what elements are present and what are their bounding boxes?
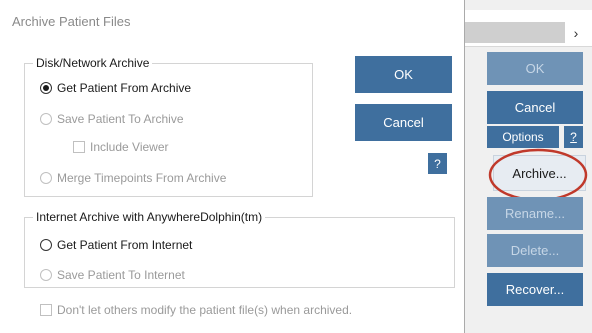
chevron-right-icon[interactable]: › xyxy=(565,22,587,43)
checkbox-icon xyxy=(40,304,52,316)
ok-button[interactable]: OK xyxy=(355,56,452,93)
recover-button[interactable]: Recover... xyxy=(487,273,583,306)
disk-group-legend: Disk/Network Archive xyxy=(33,56,153,70)
cancel-button[interactable]: Cancel xyxy=(355,104,452,141)
horizontal-scrollbar[interactable] xyxy=(465,22,565,43)
checkbox-icon xyxy=(73,141,85,153)
include-viewer-checkbox[interactable]: Include Viewer xyxy=(73,140,169,154)
radio-label: Save Patient To Internet xyxy=(57,268,185,282)
archive-button[interactable]: Archive... xyxy=(493,155,586,191)
save-patient-to-internet-radio[interactable]: Save Patient To Internet xyxy=(40,268,185,282)
bg-cancel-button[interactable]: Cancel xyxy=(487,91,583,124)
radio-label: Merge Timepoints From Archive xyxy=(57,171,227,185)
dont-let-others-modify-checkbox[interactable]: Don't let others modify the patient file… xyxy=(40,303,352,317)
radio-checked-icon xyxy=(40,82,52,94)
radio-unchecked-icon xyxy=(40,113,52,125)
bg-ok-button[interactable]: OK xyxy=(487,52,583,85)
dialog-title: Archive Patient Files xyxy=(12,14,131,29)
bg-help-button[interactable]: ? xyxy=(564,126,583,148)
radio-unchecked-icon xyxy=(40,239,52,251)
merge-timepoints-radio[interactable]: Merge Timepoints From Archive xyxy=(40,171,226,185)
radio-label: Get Patient From Archive xyxy=(57,81,192,95)
help-button[interactable]: ? xyxy=(428,153,447,174)
internet-group-legend: Internet Archive with AnywhereDolphin(tm… xyxy=(33,210,266,224)
radio-label: Get Patient From Internet xyxy=(57,238,193,252)
rename-button[interactable]: Rename... xyxy=(487,197,583,230)
get-patient-from-archive-radio[interactable]: Get Patient From Archive xyxy=(40,81,191,95)
get-patient-from-internet-radio[interactable]: Get Patient From Internet xyxy=(40,238,192,252)
radio-unchecked-icon xyxy=(40,269,52,281)
radio-label: Save Patient To Archive xyxy=(57,112,184,126)
radio-unchecked-icon xyxy=(40,172,52,184)
archive-button-wrapper: Archive... xyxy=(493,155,586,192)
checkbox-label: Include Viewer xyxy=(90,140,169,154)
archive-patient-files-dialog: Archive Patient Files Disk/Network Archi… xyxy=(0,0,465,333)
save-patient-to-archive-radio[interactable]: Save Patient To Archive xyxy=(40,112,184,126)
options-button[interactable]: Options xyxy=(487,126,559,148)
checkbox-label: Don't let others modify the patient file… xyxy=(57,303,353,317)
delete-button[interactable]: Delete... xyxy=(487,234,583,267)
